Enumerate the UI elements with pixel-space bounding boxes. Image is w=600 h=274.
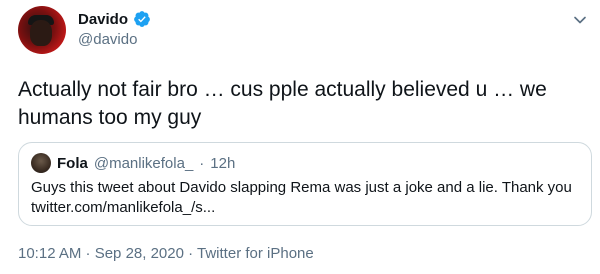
author-name-row: Davido xyxy=(78,10,151,28)
quoted-tweet[interactable]: Fola @manlikefola_ · 12h Guys this tweet… xyxy=(18,142,592,226)
quoted-author-avatar xyxy=(31,153,51,173)
quoted-timestamp: 12h xyxy=(210,154,236,172)
quoted-author-name: Fola xyxy=(57,154,88,172)
tweet-text: Actually not fair bro … cus pple actuall… xyxy=(18,78,547,129)
quoted-tweet-text: Guys this tweet about Davido slapping Re… xyxy=(31,178,581,218)
quoted-author-handle: @manlikefola_ xyxy=(93,154,194,172)
author-avatar[interactable] xyxy=(18,6,66,54)
author-handle[interactable]: @davido xyxy=(78,31,137,48)
tweet-metadata[interactable]: 10:12 AM · Sep 28, 2020 · Twitter for iP… xyxy=(18,245,314,262)
quoted-tweet-header: Fola @manlikefola_ · 12h xyxy=(31,153,235,173)
tweet-card: Davido @davido Actually not fair bro … c… xyxy=(0,0,600,274)
quoted-separator: · xyxy=(199,154,205,172)
quoted-text-line: Guys this tweet about Davido slapping Re… xyxy=(31,179,572,196)
quoted-link[interactable]: twitter.com/manlikefola_/s... xyxy=(31,198,581,218)
avatar-face xyxy=(30,20,52,46)
chevron-down-icon[interactable] xyxy=(570,10,590,30)
author-display-name[interactable]: Davido xyxy=(78,11,128,28)
verified-badge-icon xyxy=(134,11,150,27)
